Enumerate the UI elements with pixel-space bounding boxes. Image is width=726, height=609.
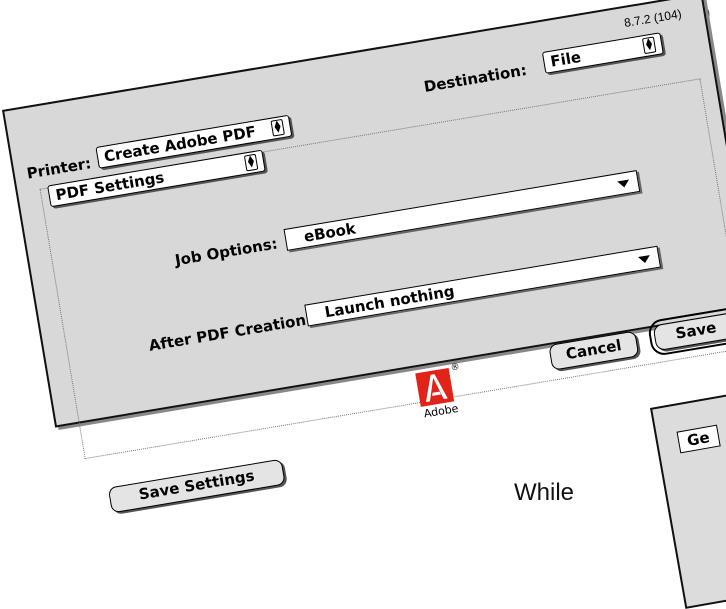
version-label: 8.7.2 (104) (623, 6, 683, 31)
popup-stepper-icon: ▲ ▼ (641, 36, 657, 55)
background-dialog: Ge (650, 369, 726, 609)
dropdown-arrow-icon (617, 179, 631, 189)
registered-mark: ® (449, 362, 461, 374)
destination-popup[interactable]: File ▲ ▼ (541, 32, 664, 74)
save-settings-button[interactable]: Save Settings (107, 458, 286, 514)
destination-label: Destination: (422, 60, 529, 96)
adobe-logo-icon (415, 367, 455, 407)
background-dialog-tab[interactable]: Ge (676, 424, 721, 454)
destination-value: File (549, 47, 583, 71)
print-dialog: 8.7.2 (104) Destination: File ▲ ▼ Printer… (2, 0, 726, 514)
printer-label: Printer: (25, 154, 93, 183)
popup-stepper-icon: ▲ ▼ (270, 118, 285, 137)
background-text-while: While (514, 479, 575, 506)
popup-stepper-icon: ▲ ▼ (243, 153, 259, 172)
dropdown-arrow-icon (637, 255, 651, 264)
